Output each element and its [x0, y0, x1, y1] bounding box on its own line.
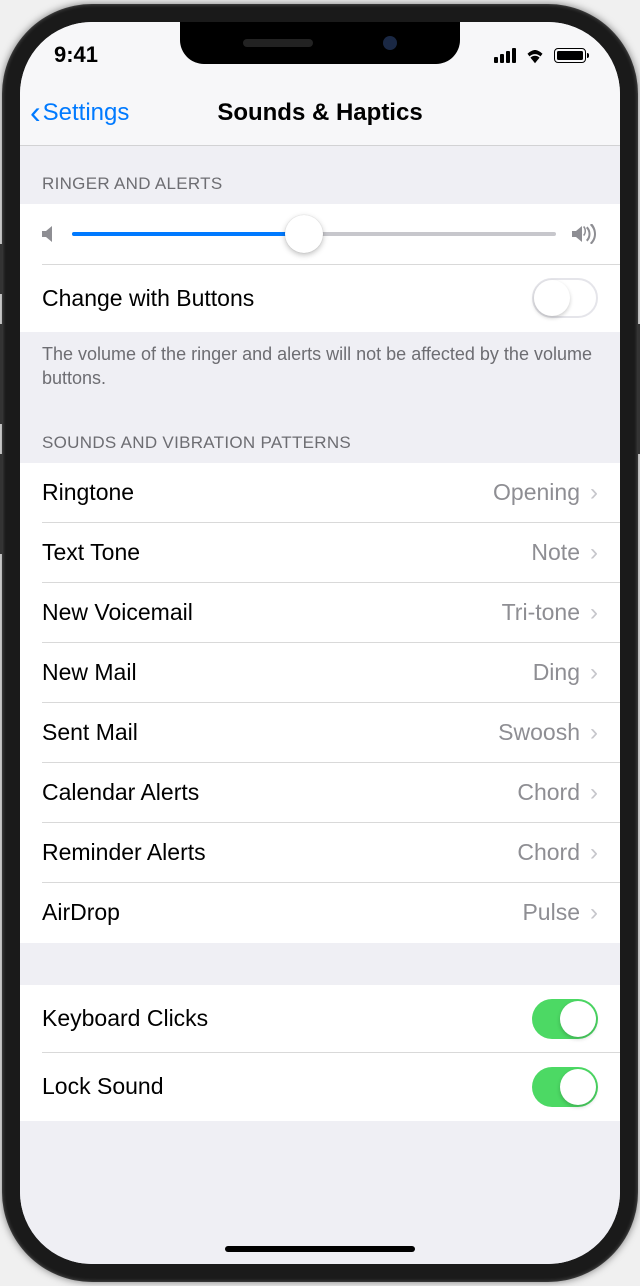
battery-icon — [554, 48, 586, 63]
cell-label: Text Tone — [42, 539, 531, 566]
lock-sound-cell: Lock Sound — [20, 1053, 620, 1121]
change-with-buttons-cell: Change with Buttons — [20, 264, 620, 332]
change-with-buttons-label: Change with Buttons — [42, 285, 532, 312]
cell-value: Tri-tone — [502, 599, 580, 626]
ringtone-cell[interactable]: Ringtone Opening › — [20, 463, 620, 523]
patterns-section-header: SOUNDS AND VIBRATION PATTERNS — [20, 405, 620, 463]
chevron-right-icon: › — [590, 779, 598, 807]
slider-thumb[interactable] — [285, 215, 323, 253]
cell-value: Chord — [517, 839, 580, 866]
cell-label: Sent Mail — [42, 719, 498, 746]
cell-value: Swoosh — [498, 719, 580, 746]
content-scroll[interactable]: RINGER AND ALERTS Change with Buttons — [20, 146, 620, 1264]
cell-value: Ding — [533, 659, 580, 686]
page-title: Sounds & Haptics — [217, 99, 422, 127]
screen: 9:41 ‹ Settings Sounds & Haptics R — [20, 22, 620, 1264]
wifi-icon — [524, 46, 546, 64]
iphone-frame: 9:41 ‹ Settings Sounds & Haptics R — [2, 4, 638, 1282]
cell-label: New Mail — [42, 659, 533, 686]
cell-value: Opening — [493, 479, 580, 506]
cell-value: Chord — [517, 779, 580, 806]
keyboard-clicks-label: Keyboard Clicks — [42, 1005, 532, 1032]
change-with-buttons-toggle[interactable] — [532, 278, 598, 318]
chevron-right-icon: › — [590, 839, 598, 867]
status-time: 9:41 — [54, 42, 98, 68]
ringer-volume-slider[interactable] — [72, 232, 556, 236]
ringer-section-header: RINGER AND ALERTS — [20, 146, 620, 204]
cell-value: Pulse — [522, 899, 580, 926]
chevron-right-icon: › — [590, 659, 598, 687]
airdrop-cell[interactable]: AirDrop Pulse › — [20, 883, 620, 943]
cell-value: Note — [531, 539, 580, 566]
home-indicator[interactable] — [225, 1246, 415, 1252]
lock-sound-label: Lock Sound — [42, 1073, 532, 1100]
chevron-left-icon: ‹ — [30, 94, 41, 131]
ringer-volume-cell — [20, 204, 620, 264]
reminder-alerts-cell[interactable]: Reminder Alerts Chord › — [20, 823, 620, 883]
back-label: Settings — [43, 99, 130, 127]
volume-high-icon — [572, 224, 598, 244]
ringer-section-footer: The volume of the ringer and alerts will… — [20, 332, 620, 405]
cell-label: Calendar Alerts — [42, 779, 517, 806]
chevron-right-icon: › — [590, 599, 598, 627]
cell-label: New Voicemail — [42, 599, 502, 626]
new-mail-cell[interactable]: New Mail Ding › — [20, 643, 620, 703]
keyboard-clicks-cell: Keyboard Clicks — [20, 985, 620, 1053]
volume-low-icon — [42, 225, 56, 243]
cell-label: AirDrop — [42, 899, 522, 926]
chevron-right-icon: › — [590, 719, 598, 747]
cellular-signal-icon — [494, 47, 516, 63]
cell-label: Reminder Alerts — [42, 839, 517, 866]
notch — [180, 22, 460, 64]
chevron-right-icon: › — [590, 899, 598, 927]
text-tone-cell[interactable]: Text Tone Note › — [20, 523, 620, 583]
keyboard-clicks-toggle[interactable] — [532, 999, 598, 1039]
chevron-right-icon: › — [590, 539, 598, 567]
lock-sound-toggle[interactable] — [532, 1067, 598, 1107]
new-voicemail-cell[interactable]: New Voicemail Tri-tone › — [20, 583, 620, 643]
back-button[interactable]: ‹ Settings — [30, 94, 129, 131]
navigation-bar: ‹ Settings Sounds & Haptics — [20, 80, 620, 146]
cell-label: Ringtone — [42, 479, 493, 506]
calendar-alerts-cell[interactable]: Calendar Alerts Chord › — [20, 763, 620, 823]
sent-mail-cell[interactable]: Sent Mail Swoosh › — [20, 703, 620, 763]
chevron-right-icon: › — [590, 479, 598, 507]
